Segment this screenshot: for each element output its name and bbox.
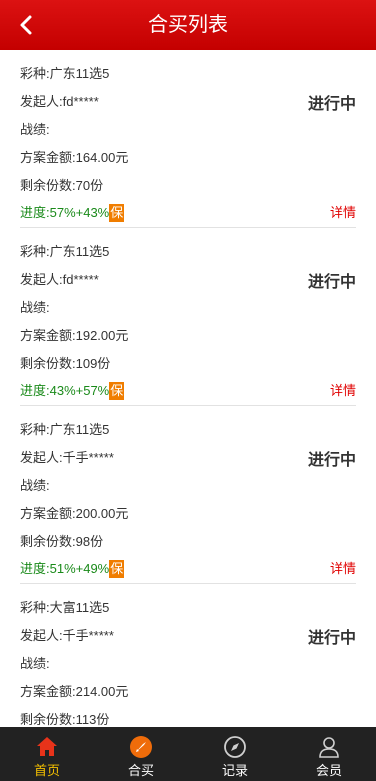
order-card[interactable]: 彩种:大富11选5 发起人:千手***** 进行中 战绩: 方案金额:214.0… — [20, 584, 356, 727]
home-icon — [35, 735, 59, 759]
status-badge: 进行中 — [307, 452, 356, 469]
detail-link[interactable]: 详情 — [330, 204, 356, 222]
order-card[interactable]: 彩种:广东11选5 发起人:fd***** 进行中 战绩: 方案金额:192.0… — [20, 228, 356, 406]
tab-records[interactable]: 记录 — [188, 727, 282, 781]
progress-text: 进度:57%+43% — [20, 205, 110, 220]
bottom-tab-bar: 首页 合买 记录 会员 — [0, 727, 376, 781]
tab-home-label: 首页 — [33, 763, 60, 778]
progress-row: 进度:43%+57%保 — [20, 382, 125, 400]
lottery-type: 彩种:大富11选5 — [20, 600, 110, 615]
progress-text: 进度:51%+49% — [20, 561, 110, 576]
record: 战绩: — [20, 122, 50, 137]
tab-member[interactable]: 会员 — [282, 727, 376, 781]
remaining-shares: 剩余份数:113份 — [20, 712, 110, 727]
remaining-shares: 剩余份数:109份 — [20, 356, 111, 371]
detail-link[interactable]: 详情 — [330, 382, 356, 400]
lottery-type: 彩种:广东11选5 — [20, 66, 110, 81]
plan-amount: 方案金额:214.00元 — [20, 684, 129, 699]
user-icon — [317, 735, 341, 759]
guarantee-badge: 保 — [109, 560, 125, 578]
initiator: 发起人:千手***** — [20, 628, 114, 643]
plan-amount: 方案金额:164.00元 — [20, 150, 129, 165]
tab-joint-buy-label: 合买 — [127, 763, 154, 778]
tab-records-label: 记录 — [221, 763, 248, 778]
lottery-type: 彩种:广东11选5 — [20, 422, 110, 437]
initiator: 发起人:千手***** — [20, 450, 114, 465]
guarantee-badge: 保 — [109, 382, 125, 400]
record: 战绩: — [20, 300, 50, 315]
guarantee-badge: 保 — [109, 204, 125, 222]
tab-home[interactable]: 首页 — [0, 727, 94, 781]
order-card[interactable]: 彩种:广东11选5 发起人:fd***** 进行中 战绩: 方案金额:164.0… — [20, 50, 356, 228]
tab-member-label: 会员 — [315, 763, 342, 778]
record: 战绩: — [20, 656, 50, 671]
status-badge: 进行中 — [307, 274, 356, 291]
progress-text: 进度:43%+57% — [20, 383, 110, 398]
lottery-type: 彩种:广东11选5 — [20, 244, 110, 259]
plan-amount: 方案金额:192.00元 — [20, 328, 129, 343]
initiator: 发起人:fd***** — [20, 272, 99, 287]
progress-row: 进度:57%+43%保 — [20, 204, 125, 222]
initiator: 发起人:fd***** — [20, 94, 99, 109]
joint-buy-icon — [129, 735, 153, 759]
progress-row: 进度:51%+49%保 — [20, 560, 125, 578]
page-title: 合买列表 — [148, 14, 228, 36]
remaining-shares: 剩余份数:70份 — [20, 178, 104, 193]
status-badge: 进行中 — [307, 96, 356, 113]
detail-link[interactable]: 详情 — [330, 560, 356, 578]
remaining-shares: 剩余份数:98份 — [20, 534, 104, 549]
order-list: 彩种:广东11选5 发起人:fd***** 进行中 战绩: 方案金额:164.0… — [0, 50, 376, 727]
order-card[interactable]: 彩种:广东11选5 发起人:千手***** 进行中 战绩: 方案金额:200.0… — [20, 406, 356, 584]
tab-joint-buy[interactable]: 合买 — [94, 727, 188, 781]
compass-icon — [223, 735, 247, 759]
plan-amount: 方案金额:200.00元 — [20, 506, 129, 521]
header-bar: 合买列表 — [0, 0, 376, 50]
status-badge: 进行中 — [307, 630, 356, 647]
record: 战绩: — [20, 478, 50, 493]
